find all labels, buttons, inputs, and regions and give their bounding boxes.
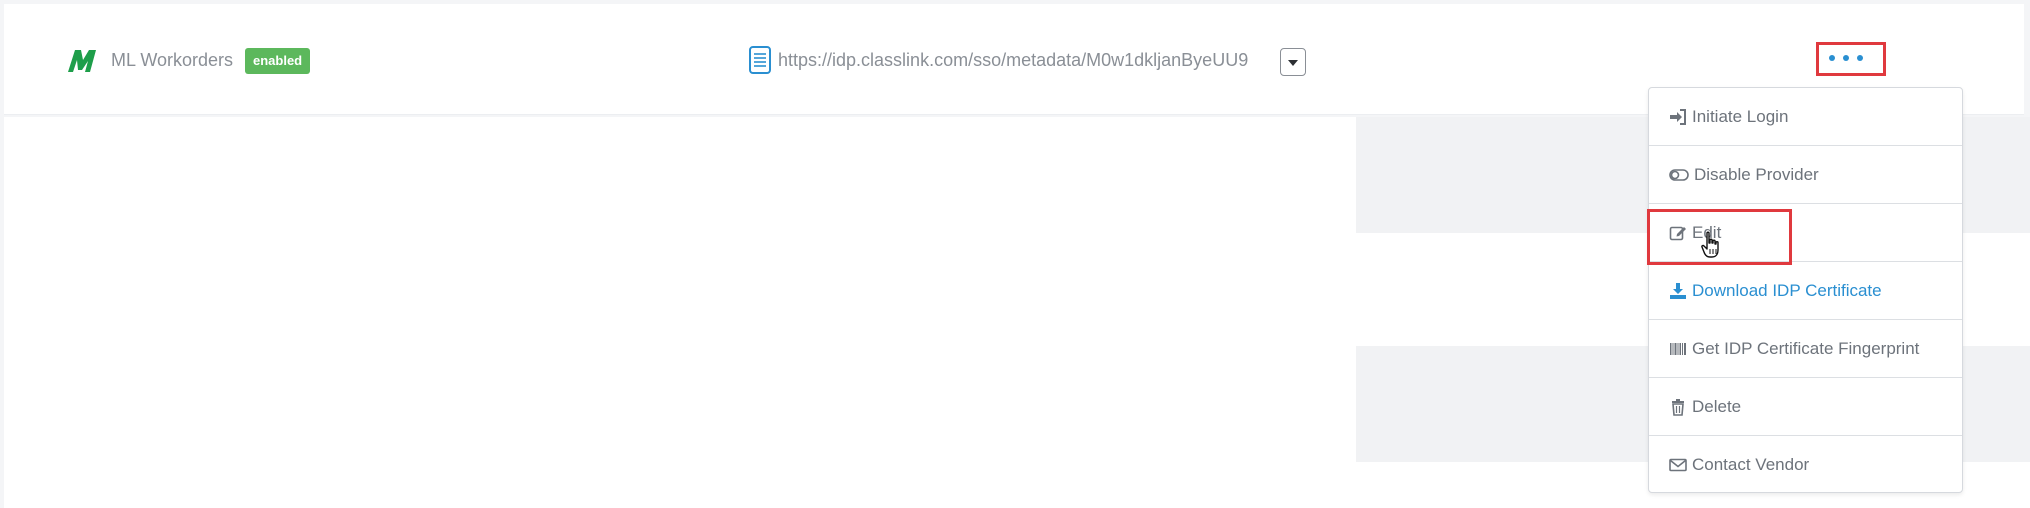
metadata-url-link[interactable]: https://idp.classlink.com/sso/metadata/M… <box>778 48 1248 72</box>
content-area <box>4 117 1356 508</box>
hand-pointer-cursor <box>1701 231 1719 258</box>
menu-item-edit[interactable]: Edit <box>1649 204 1962 262</box>
menu-item-delete[interactable]: Delete <box>1649 378 1962 436</box>
menu-item-get-idp-certificate-fingerprint[interactable]: Get IDP Certificate Fingerprint <box>1649 320 1962 378</box>
edit-icon <box>1669 226 1686 240</box>
provider-name: ML Workorders <box>111 50 234 70</box>
ml-logo-icon <box>68 50 96 72</box>
more-actions-button[interactable] <box>1816 42 1886 76</box>
download-icon <box>1670 282 1686 299</box>
page: ML Workorders enabled https://idp.classl… <box>0 0 2030 508</box>
menu-item-download-idp-certificate[interactable]: Download IDP Certificate <box>1649 262 1962 320</box>
menu-item-label: Get IDP Certificate Fingerprint <box>1692 338 1920 358</box>
menu-item-label: Delete <box>1692 396 1742 416</box>
menu-item-disable-provider[interactable]: Disable Provider <box>1649 146 1962 204</box>
document-icon[interactable] <box>748 45 772 75</box>
url-dropdown-button[interactable] <box>1280 48 1306 76</box>
status-badge: enabled <box>245 48 311 74</box>
menu-item-initiate-login[interactable]: Initiate Login <box>1649 88 1962 146</box>
actions-menu: Initiate Login Disable Provider Edit Dow… <box>1648 87 1963 493</box>
menu-item-label: Download IDP Certificate <box>1692 280 1882 300</box>
menu-item-label: Initiate Login <box>1692 106 1789 126</box>
menu-item-contact-vendor[interactable]: Contact Vendor <box>1649 436 1962 494</box>
menu-item-label: Contact Vendor <box>1692 455 1810 474</box>
toggle-off-icon <box>1669 168 1689 181</box>
barcode-icon <box>1670 342 1686 355</box>
envelope-icon <box>1669 458 1687 472</box>
caret-down-icon <box>1288 60 1298 66</box>
sign-in-icon <box>1670 108 1686 125</box>
menu-item-label: Disable Provider <box>1694 164 1819 184</box>
ellipsis-icon <box>1829 55 1863 61</box>
trash-icon <box>1672 398 1684 416</box>
